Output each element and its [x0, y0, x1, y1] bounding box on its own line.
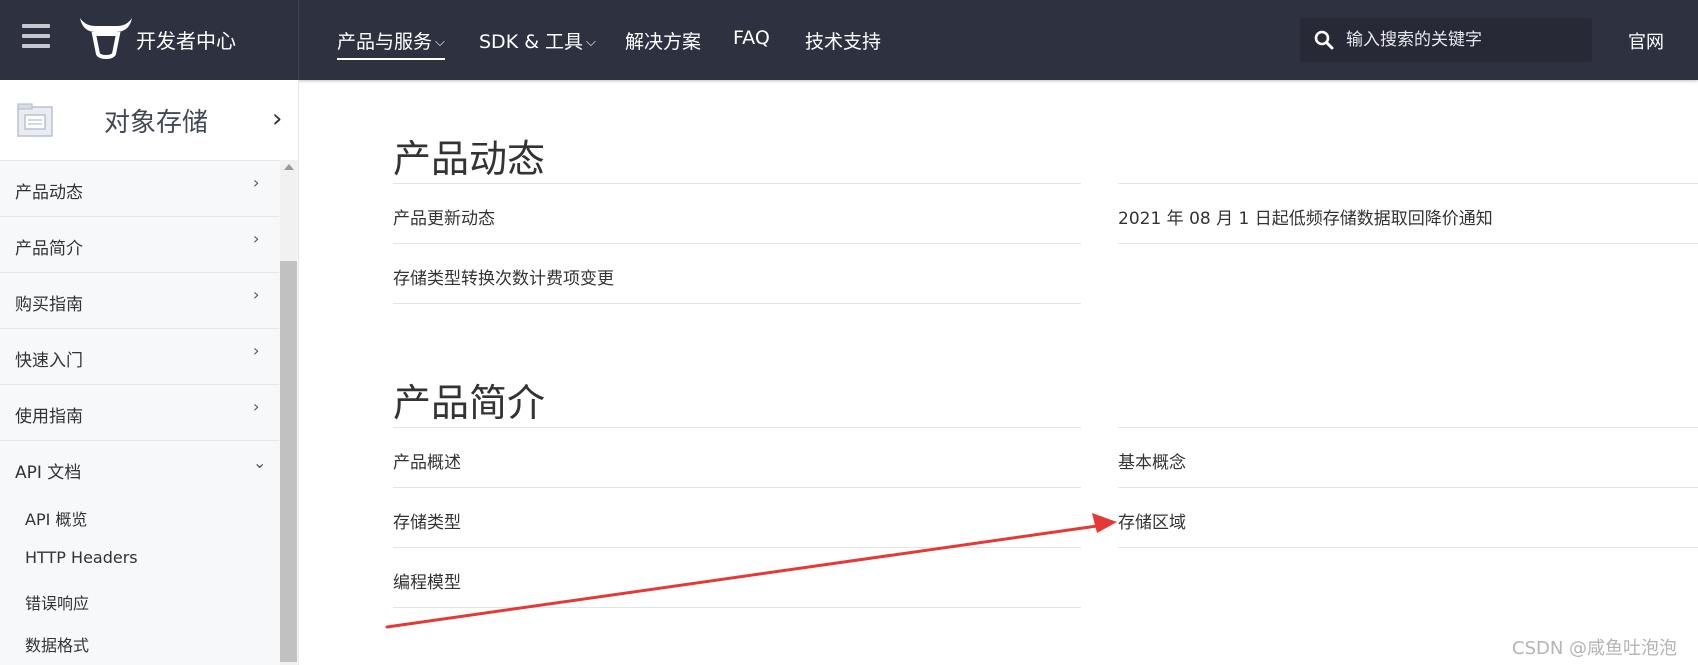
divider — [393, 243, 1081, 244]
divider — [1118, 427, 1698, 428]
sidebar-item-purchase-guide[interactable]: 购买指南 › — [0, 273, 279, 329]
link-storage-classes[interactable]: 存储类型 — [393, 508, 461, 533]
link-basic-concepts[interactable]: 基本概念 — [1118, 448, 1186, 473]
top-navbar: 开发者中心 产品与服务⌵ SDK & 工具⌵ 解决方案 FAQ 技术支持 官网 — [0, 0, 1698, 80]
storage-box-icon — [17, 103, 53, 137]
sidebar-item-label: 购买指南 — [15, 295, 83, 315]
divider — [1118, 547, 1698, 548]
sidebar-item-product-intro[interactable]: 产品简介 › — [0, 217, 279, 273]
chevron-right-icon: › — [253, 173, 260, 192]
sidebar-subitem-label: 数据格式 — [25, 636, 90, 655]
chevron-down-icon: ⌄ — [253, 453, 267, 472]
nav-sdk-tools[interactable]: SDK & 工具 ⌵ — [479, 27, 596, 54]
topbar-divider — [298, 0, 299, 80]
link-storage-regions[interactable]: 存储区域 — [1118, 508, 1186, 533]
bull-logo-icon[interactable] — [76, 14, 136, 60]
nav-products-label: 产品与服务 — [337, 31, 433, 53]
divider — [393, 427, 1081, 428]
sidebar: 对象存储 › 产品动态 › 产品简介 › 购买指南 › 快速入门 › 使用指南 … — [0, 80, 299, 665]
sidebar-expand-arrow-icon[interactable]: › — [272, 104, 282, 134]
sidebar-item-label: 产品简介 — [15, 239, 83, 259]
scroll-up-arrow-icon[interactable] — [284, 164, 294, 170]
divider — [393, 547, 1081, 548]
search-input[interactable] — [1346, 26, 1582, 54]
divider — [393, 303, 1081, 304]
sidebar-item-label: 快速入门 — [15, 351, 83, 371]
divider — [1118, 183, 1698, 184]
divider — [393, 487, 1081, 488]
sidebar-item-label: 使用指南 — [15, 407, 83, 427]
link-storage-class-billing-change[interactable]: 存储类型转换次数计费项变更 — [393, 264, 614, 289]
sidebar-item-label: API 文档 — [15, 463, 82, 483]
sidebar-item-label: 产品动态 — [15, 183, 83, 203]
nav-support[interactable]: 技术支持 — [805, 27, 881, 54]
link-product-update-news[interactable]: 产品更新动态 — [393, 204, 495, 229]
section-title-product-intro: 产品简介 — [393, 381, 546, 425]
link-product-overview[interactable]: 产品概述 — [393, 448, 461, 473]
sidebar-subitem-error-response[interactable]: 错误响应 — [0, 580, 279, 622]
chevron-right-icon: › — [253, 341, 260, 360]
divider — [393, 183, 1081, 184]
link-programming-model[interactable]: 编程模型 — [393, 568, 461, 593]
nav-faq[interactable]: FAQ — [733, 27, 770, 49]
sidebar-menu: 产品动态 › 产品简介 › 购买指南 › 快速入门 › 使用指南 › API 文… — [0, 161, 279, 664]
sidebar-subitem-label: HTTP Headers — [25, 548, 138, 567]
divider — [1118, 243, 1698, 244]
chevron-right-icon: › — [253, 285, 260, 304]
chevron-right-icon: › — [253, 229, 260, 248]
divider — [1118, 487, 1698, 488]
chevron-down-icon: ⌵ — [586, 35, 596, 50]
link-price-reduction-notice[interactable]: 2021 年 08 月 1 日起低频存储数据取回降价通知 — [1118, 204, 1493, 229]
scrollbar-thumb[interactable] — [280, 261, 297, 662]
divider — [393, 607, 1081, 608]
brand-name[interactable]: 开发者中心 — [136, 25, 236, 54]
menu-icon[interactable] — [22, 24, 50, 48]
sidebar-title: 对象存储 — [104, 108, 209, 138]
sidebar-item-quick-start[interactable]: 快速入门 › — [0, 329, 279, 385]
chevron-right-icon: › — [253, 397, 260, 416]
main-content: 产品动态 产品更新动态 2021 年 08 月 1 日起低频存储数据取回降价通知… — [299, 80, 1698, 665]
sidebar-header: 对象存储 › — [0, 80, 298, 161]
sidebar-item-product-updates[interactable]: 产品动态 › — [0, 161, 279, 217]
watermark: CSDN @咸鱼吐泡泡 — [1512, 638, 1678, 659]
sidebar-subitem-http-headers[interactable]: HTTP Headers — [0, 538, 279, 580]
nav-products[interactable]: 产品与服务 ⌵ — [337, 27, 445, 60]
sidebar-subitem-label: 错误响应 — [25, 594, 90, 613]
sidebar-subitem-data-format[interactable]: 数据格式 — [0, 622, 279, 664]
sidebar-subitem-api-overview[interactable]: API 概览 — [0, 496, 279, 538]
nav-sdk-tools-label: SDK & 工具 — [479, 31, 584, 53]
search-box[interactable] — [1300, 18, 1592, 62]
search-icon[interactable] — [1314, 30, 1334, 50]
sidebar-scrollbar[interactable] — [280, 160, 297, 665]
section-title-product-updates: 产品动态 — [393, 137, 546, 181]
chevron-down-icon: ⌵ — [435, 35, 445, 50]
nav-solutions[interactable]: 解决方案 — [625, 27, 701, 54]
sidebar-subitem-label: API 概览 — [25, 510, 88, 529]
sidebar-item-user-guide[interactable]: 使用指南 › — [0, 385, 279, 441]
official-site-link[interactable]: 官网 — [1628, 28, 1664, 54]
sidebar-item-api-docs[interactable]: API 文档 ⌄ — [0, 441, 279, 496]
